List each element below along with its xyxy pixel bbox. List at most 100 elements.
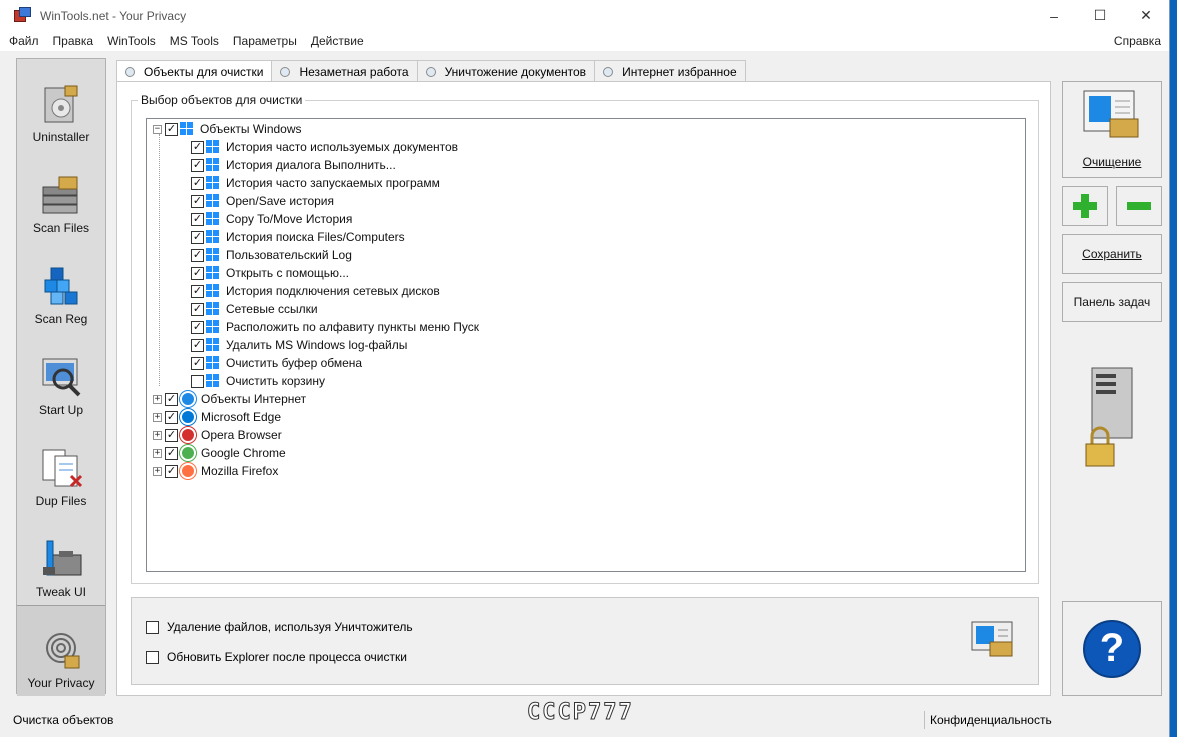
tree-checkbox[interactable]: ✓ — [191, 212, 204, 226]
nav-dup-files[interactable]: Dup Files — [17, 423, 105, 514]
tree-checkbox[interactable]: ✓ — [191, 320, 204, 334]
remove-button[interactable] — [1116, 186, 1162, 226]
nav-your-privacy[interactable]: Your Privacy — [17, 605, 105, 696]
menu-settings[interactable]: Параметры — [233, 34, 297, 48]
tree-item[interactable]: ✓ Удалить MS Windows log-файлы — [191, 336, 407, 354]
menu-wintools[interactable]: WinTools — [107, 34, 156, 48]
taskbar-button[interactable]: Панель задач — [1062, 282, 1162, 322]
expand-icon[interactable]: + — [153, 466, 162, 476]
tree-connector-line — [159, 134, 160, 386]
group-title: Выбор объектов для очистки — [138, 93, 306, 107]
nav-startup[interactable]: Start Up — [17, 332, 105, 423]
radio-icon — [425, 66, 436, 77]
tree-checkbox[interactable]: ✓ — [191, 194, 204, 208]
tree-checkbox[interactable]: ✓ — [165, 122, 178, 136]
tree-checkbox[interactable]: ✓ — [165, 446, 178, 460]
tree-item[interactable]: Очистить корзину — [191, 372, 325, 390]
tree-checkbox[interactable]: ✓ — [165, 410, 178, 424]
tree-item[interactable]: ✓ Расположить по алфавиту пункты меню Пус… — [191, 318, 479, 336]
add-button[interactable] — [1062, 186, 1108, 226]
tree-item-group[interactable]: + ✓ Объекты Интернет — [153, 390, 306, 408]
cleanup-tree[interactable]: − ✓ Объекты Windows ✓ История часто использу… — [146, 118, 1026, 572]
minimize-button[interactable]: – — [1031, 0, 1077, 31]
tab-internet-favorites[interactable]: Интернет избранное — [594, 60, 746, 82]
taskbar-label: Панель задач — [1073, 295, 1151, 309]
nav-tweak-ui-label: Tweak UI — [35, 585, 86, 599]
tree-checkbox[interactable]: ✓ — [191, 230, 204, 244]
menu-edit[interactable]: Правка — [53, 34, 94, 48]
watermark: CCCP777 — [527, 700, 634, 726]
tree-item-label: Очистить буфер обмена — [226, 356, 363, 370]
menu-mstools[interactable]: MS Tools — [170, 34, 219, 48]
tree-checkbox[interactable]: ✓ — [191, 158, 204, 172]
dup-files-icon — [39, 446, 83, 490]
tree-checkbox[interactable]: ✓ — [165, 428, 178, 442]
tree-checkbox[interactable]: ✓ — [191, 266, 204, 280]
tree-item[interactable]: ✓ Copy To/Move История — [191, 210, 352, 228]
tree-checkbox[interactable]: ✓ — [191, 176, 204, 190]
nav-uninstaller[interactable]: Uninstaller — [17, 59, 105, 150]
tree-item-group[interactable]: + ✓ Microsoft Edge — [153, 408, 281, 426]
tree-item[interactable]: ✓ Open/Save история — [191, 192, 334, 210]
nav-tweak-ui[interactable]: Tweak UI — [17, 514, 105, 605]
expand-icon[interactable]: + — [153, 430, 162, 440]
shredder-checkbox[interactable] — [146, 620, 159, 634]
nav-scan-files[interactable]: Scan Files — [17, 150, 105, 241]
clean-button[interactable]: Очищение — [1062, 81, 1162, 178]
refresh-explorer-checkbox[interactable] — [146, 650, 159, 664]
tab-cleanup-objects[interactable]: Объекты для очистки — [116, 60, 273, 83]
tree-checkbox[interactable]: ✓ — [191, 302, 204, 316]
tree-item-group[interactable]: + ✓ Google Chrome — [153, 444, 286, 462]
firefox-icon — [180, 463, 196, 479]
close-button[interactable]: ✕ — [1123, 0, 1169, 31]
maximize-button[interactable]: ☐ — [1077, 0, 1123, 31]
tree-checkbox[interactable]: ✓ — [191, 356, 204, 370]
menu-action[interactable]: Действие — [311, 34, 364, 48]
tree-item[interactable]: ✓ История диалога Выполнить... — [191, 156, 396, 174]
tree-item-label: Объекты Windows — [200, 122, 302, 136]
tree-item-label: Объекты Интернет — [201, 392, 307, 406]
help-button[interactable]: ? — [1062, 601, 1162, 696]
tree-checkbox[interactable]: ✓ — [191, 140, 204, 154]
tree-item-label: Открыть с помощью... — [226, 266, 350, 280]
tree-item-label: История часто используемых документов — [226, 140, 459, 154]
tree-checkbox[interactable]: ✓ — [191, 338, 204, 352]
menu-file[interactable]: Файл — [9, 34, 39, 48]
option-refresh-explorer[interactable]: Обновить Explorer после процесса очистки — [146, 650, 407, 664]
help-icon: ? — [1083, 619, 1141, 678]
nav-scan-reg[interactable]: Scan Reg — [17, 241, 105, 332]
tab-document-shredder[interactable]: Уничтожение документов — [416, 60, 596, 82]
shredder-label: Удаление файлов, используя Уничтожитель — [167, 620, 413, 634]
collapse-icon[interactable]: − — [153, 124, 162, 134]
tree-checkbox[interactable]: ✓ — [165, 464, 178, 478]
tree-item-group[interactable]: + ✓ Mozilla Firefox — [153, 462, 278, 480]
title-bar[interactable]: WinTools.net - Your Privacy – ☐ ✕ — [0, 0, 1169, 31]
tab-label: Незаметная работа — [299, 64, 409, 79]
save-button[interactable]: Сохранить — [1062, 234, 1162, 274]
windows-icon — [206, 284, 220, 298]
tree-item[interactable]: ✓ История поиска Files/Computers — [191, 228, 405, 246]
expand-icon[interactable]: + — [153, 448, 162, 458]
tree-checkbox[interactable] — [191, 374, 204, 388]
menu-help[interactable]: Справка — [1114, 34, 1161, 48]
tab-stealth-mode[interactable]: Незаметная работа — [271, 60, 418, 82]
tree-item[interactable]: ✓ История подключения сетевых дисков — [191, 282, 440, 300]
tree-item-group[interactable]: + ✓ Opera Browser — [153, 426, 282, 444]
tree-item[interactable]: ✓ История часто используемых документов — [191, 138, 458, 156]
tree-item[interactable]: ✓ Сетевые ссылки — [191, 300, 318, 318]
tab-page: Выбор объектов для очистки − ✓ Объекты Win… — [116, 81, 1051, 696]
tree-root-windows-objects[interactable]: − ✓ Объекты Windows — [153, 120, 302, 138]
expand-icon[interactable]: + — [153, 412, 162, 422]
tree-item[interactable]: ✓ Очистить буфер обмена — [191, 354, 362, 372]
windows-icon — [206, 248, 220, 262]
tree-item[interactable]: ✓ Пользовательский Log — [191, 246, 352, 264]
tweak-ui-icon — [39, 537, 83, 581]
tree-item[interactable]: ✓ История часто запускаемых программ — [191, 174, 440, 192]
windows-icon — [206, 212, 220, 226]
tree-item[interactable]: ✓ Открыть с помощью... — [191, 264, 349, 282]
tree-checkbox[interactable]: ✓ — [191, 284, 204, 298]
tree-checkbox[interactable]: ✓ — [165, 392, 178, 406]
tree-checkbox[interactable]: ✓ — [191, 248, 204, 262]
option-shredder[interactable]: Удаление файлов, используя Уничтожитель — [146, 620, 413, 634]
expand-icon[interactable]: + — [153, 394, 162, 404]
